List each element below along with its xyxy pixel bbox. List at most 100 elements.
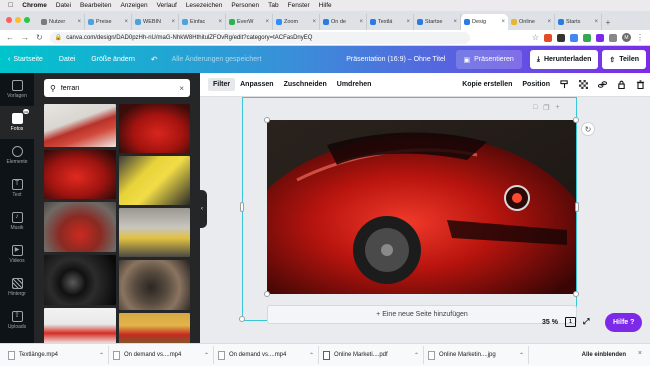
tab-close-icon[interactable]: ×: [594, 19, 598, 25]
extension-icon[interactable]: [544, 33, 552, 42]
photo-result[interactable]: [44, 308, 116, 344]
share-button[interactable]: ⇧ Teilen: [602, 50, 646, 69]
help-button[interactable]: Hilfe ?: [605, 313, 643, 332]
rail-item-uploads[interactable]: ⇧ Uploads: [0, 304, 34, 337]
fullscreen-icon[interactable]: ⤢: [583, 317, 589, 327]
extension-icon[interactable]: [583, 33, 591, 42]
document-title[interactable]: Präsentation (16:9) – Ohne Titel: [346, 56, 455, 63]
menu-item-lesezeichen[interactable]: Lesezeichen: [186, 2, 223, 9]
tab-close-icon[interactable]: ×: [218, 19, 222, 25]
photo-result[interactable]: [44, 255, 116, 305]
tab-close-icon[interactable]: ×: [312, 19, 316, 25]
back-arrow-icon[interactable]: ←: [6, 33, 14, 42]
photo-result[interactable]: [119, 313, 190, 344]
tab-close-icon[interactable]: ×: [171, 19, 175, 25]
tab-close-icon[interactable]: ×: [265, 19, 269, 25]
download-button[interactable]: ⤓ Herunterladen: [529, 50, 599, 69]
tab-close-icon[interactable]: ×: [547, 19, 551, 25]
trash-icon[interactable]: [636, 80, 645, 89]
reload-icon[interactable]: ↻: [36, 33, 43, 42]
add-page-icon[interactable]: +: [556, 104, 560, 112]
rail-item-text[interactable]: T Text: [0, 172, 34, 205]
tab-close-icon[interactable]: ×: [406, 19, 410, 25]
tab-close-icon[interactable]: ×: [501, 19, 505, 25]
resize-handle[interactable]: [573, 117, 579, 123]
resize-handle[interactable]: [264, 291, 270, 297]
page-comment-icon[interactable]: □: [533, 104, 537, 112]
menu-item-fenster[interactable]: Fenster: [288, 2, 310, 9]
tab-close-icon[interactable]: ×: [77, 19, 81, 25]
browser-tab[interactable]: Online ×: [508, 14, 555, 30]
download-item[interactable]: Online Marketin....jpg ⌃: [424, 346, 529, 364]
search-box[interactable]: ⚲ ×: [44, 79, 190, 97]
browser-tab[interactable]: EverW ×: [226, 14, 273, 30]
url-field[interactable]: 🔒 canva.com/design/DAD0pzHh-nU/maG-NhkW8…: [49, 31, 470, 44]
download-item[interactable]: On demand vs....mp4 ⌃: [214, 346, 319, 364]
photo-result[interactable]: [44, 104, 116, 147]
forward-arrow-icon[interactable]: →: [21, 33, 29, 42]
duplicate-button[interactable]: Kopie erstellen: [457, 78, 517, 91]
rail-item-templates[interactable]: Vorlagen: [0, 73, 34, 106]
app-name[interactable]: Chrome: [22, 2, 47, 9]
crop-button[interactable]: Zuschneiden: [279, 78, 332, 91]
browser-tab-active[interactable]: Desig ×: [461, 14, 508, 30]
browser-tab[interactable]: WEBIN ×: [132, 14, 179, 30]
chevron-up-icon[interactable]: ⌃: [414, 352, 419, 359]
browser-tab[interactable]: Starts ×: [555, 14, 602, 30]
chevron-up-icon[interactable]: ⌃: [309, 352, 314, 359]
apple-icon[interactable]: : [8, 2, 13, 9]
browser-tab[interactable]: Textlä ×: [367, 14, 414, 30]
lock-icon[interactable]: [617, 80, 626, 89]
rail-item-music[interactable]: ♪ Musik: [0, 205, 34, 238]
duplicate-page-icon[interactable]: ❐: [543, 104, 549, 112]
tab-close-icon[interactable]: ×: [453, 19, 457, 25]
photo-result[interactable]: [119, 208, 190, 257]
tab-close-icon[interactable]: ×: [124, 19, 128, 25]
menu-item-hilfe[interactable]: Hilfe: [319, 2, 332, 9]
paint-roller-icon[interactable]: [560, 80, 569, 89]
browser-tab[interactable]: Einfac ×: [179, 14, 226, 30]
browser-tab[interactable]: On de ×: [320, 14, 367, 30]
extension-icon[interactable]: [570, 33, 578, 42]
resize-handle[interactable]: [264, 117, 270, 123]
resize-side-handle[interactable]: [240, 202, 244, 212]
resize-handle[interactable]: [239, 316, 245, 322]
collapse-panel-handle[interactable]: ‹: [197, 190, 207, 228]
close-icon[interactable]: ×: [638, 350, 642, 357]
menu-item-verlauf[interactable]: Verlauf: [157, 2, 177, 9]
chevron-up-icon[interactable]: ⌃: [519, 352, 524, 359]
download-item[interactable]: On demand vs....mp4 ⌃: [109, 346, 214, 364]
resize-button[interactable]: Größe ändern: [83, 56, 143, 63]
rail-item-elements[interactable]: Elemente: [0, 139, 34, 172]
chevron-up-icon[interactable]: ⌃: [99, 352, 104, 359]
browser-tab[interactable]: Zoom ×: [273, 14, 320, 30]
photo-result[interactable]: [119, 156, 190, 205]
resize-handle[interactable]: [573, 291, 579, 297]
chevron-up-icon[interactable]: ⌃: [204, 352, 209, 359]
more-menu-icon[interactable]: ⋮: [636, 33, 644, 42]
browser-tab[interactable]: Startse ×: [414, 14, 461, 30]
profile-avatar[interactable]: M: [622, 33, 631, 42]
file-menu-button[interactable]: Datei: [51, 56, 83, 63]
menu-item-anzeigen[interactable]: Anzeigen: [120, 2, 147, 9]
rail-item-photos[interactable]: oo Fotos: [0, 106, 34, 139]
tab-close-icon[interactable]: ×: [359, 19, 363, 25]
flip-button[interactable]: Umdrehen: [332, 78, 377, 91]
rail-item-background[interactable]: Hintergr: [0, 271, 34, 304]
zoom-level[interactable]: 35 %: [542, 319, 558, 326]
extension-icon[interactable]: [557, 33, 565, 42]
resize-side-handle[interactable]: [575, 202, 579, 212]
new-tab-button[interactable]: +: [602, 14, 614, 30]
rail-item-videos[interactable]: ▶ Videos: [0, 238, 34, 271]
extension-icon[interactable]: [596, 33, 604, 42]
maximize-window-icon[interactable]: [24, 17, 30, 23]
add-page-button[interactable]: + Eine neue Seite hinzufügen: [267, 305, 577, 324]
extension-icon[interactable]: [609, 33, 617, 42]
selected-ferrari-photo[interactable]: [267, 120, 576, 294]
photo-result[interactable]: [119, 260, 190, 310]
close-window-icon[interactable]: [6, 17, 12, 23]
position-button[interactable]: Position: [517, 78, 555, 91]
transparency-icon[interactable]: [579, 80, 588, 89]
clear-search-icon[interactable]: ×: [179, 84, 184, 93]
photo-result[interactable]: [44, 202, 116, 252]
